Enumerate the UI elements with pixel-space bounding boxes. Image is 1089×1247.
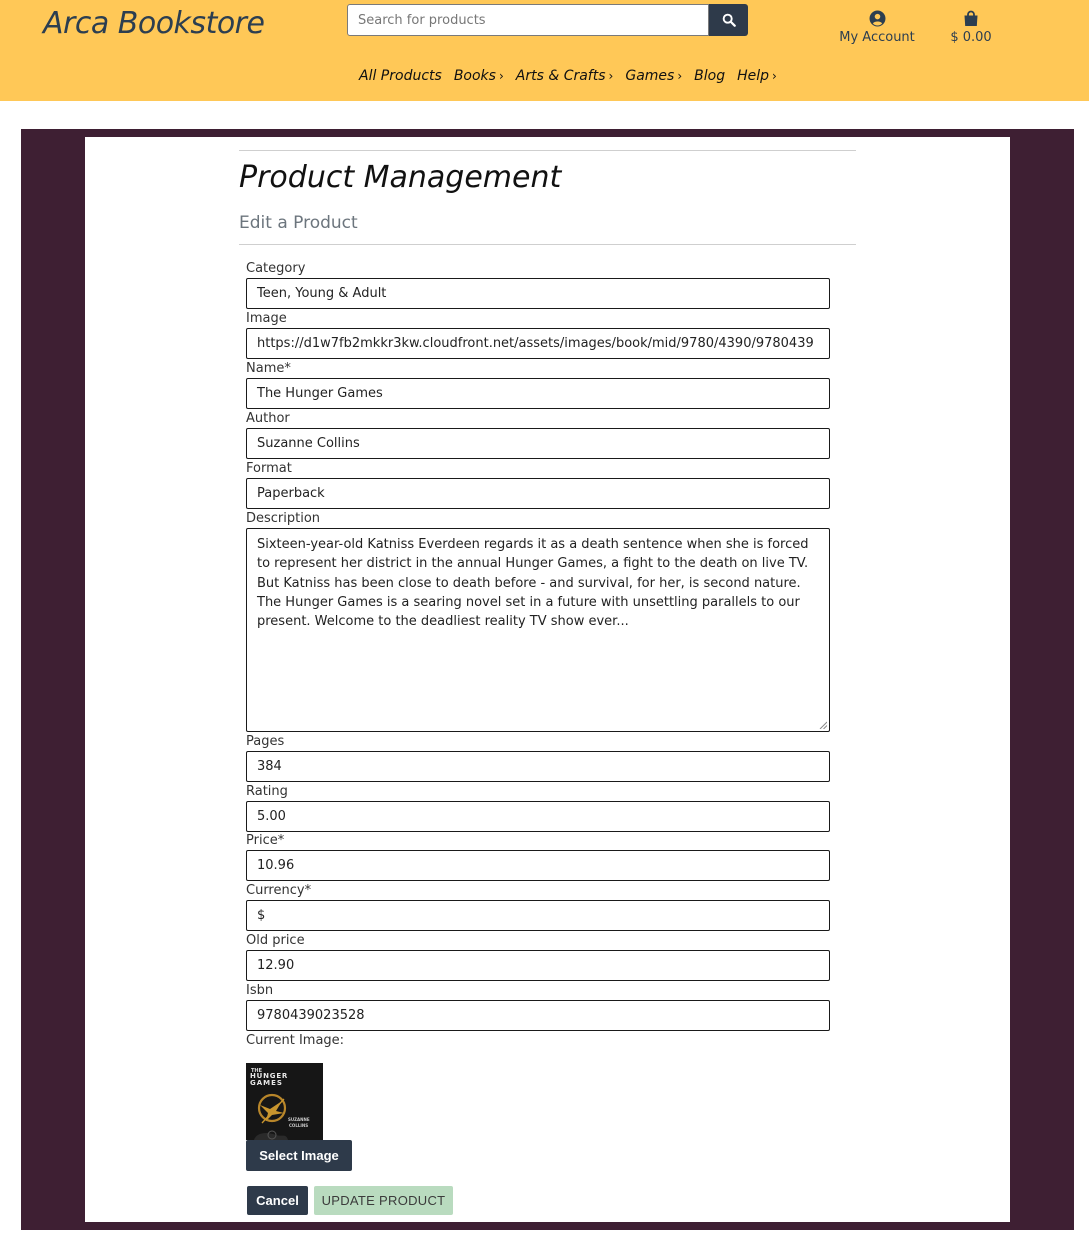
- description-textarea[interactable]: Sixteen-year-old Katniss Everdeen regard…: [246, 528, 830, 732]
- isbn-label: Isbn: [246, 983, 274, 998]
- author-input[interactable]: Suzanne Collins: [246, 428, 830, 459]
- image-label: Image: [246, 311, 287, 326]
- format-input[interactable]: Paperback: [246, 478, 830, 509]
- nav-label: Arts & Crafts: [515, 68, 606, 84]
- category-select[interactable]: Teen, Young & Adult: [246, 278, 830, 309]
- current-image-label: Current Image:: [246, 1033, 345, 1048]
- pages-label: Pages: [246, 734, 285, 749]
- chevron-right-icon: ›: [498, 69, 504, 83]
- resize-handle-icon[interactable]: [819, 721, 827, 729]
- update-product-button[interactable]: UPDATE PRODUCT: [314, 1186, 453, 1215]
- bag-total: $ 0.00: [950, 30, 992, 45]
- nav-label: Games: [625, 68, 675, 84]
- nav-help[interactable]: Help ›: [737, 68, 777, 84]
- cover-author2: COLLINS: [289, 1123, 308, 1128]
- nav-label: All Products: [359, 68, 442, 84]
- cover-line3: GAMES: [250, 1079, 283, 1087]
- shopping-bag-icon: [964, 10, 978, 26]
- format-label: Format: [246, 461, 292, 476]
- page-subtitle: Edit a Product: [239, 213, 358, 233]
- nav-games[interactable]: Games ›: [625, 68, 682, 84]
- currency-label: Currency*: [246, 883, 312, 898]
- search-button[interactable]: [709, 4, 748, 36]
- site-logo[interactable]: Arca Bookstore: [43, 6, 265, 41]
- chevron-right-icon: ›: [772, 69, 777, 83]
- nav-all-products[interactable]: All Products: [359, 68, 442, 84]
- my-account-label: My Account: [839, 30, 915, 45]
- rating-input[interactable]: 5.00: [246, 801, 830, 832]
- isbn-input[interactable]: 9780439023528: [246, 1000, 830, 1031]
- book-cover-image: THE HUNGER GAMES SUZANNE COLLINS: [246, 1063, 323, 1140]
- name-label: Name*: [246, 361, 291, 376]
- search-bar: [347, 4, 748, 36]
- currency-input[interactable]: $: [246, 900, 830, 931]
- cancel-button[interactable]: Cancel: [247, 1186, 308, 1215]
- image-url-input[interactable]: https://d1w7fb2mkkr3kw.cloudfront.net/as…: [246, 328, 830, 359]
- divider: [239, 244, 856, 245]
- current-image-thumbnail: THE HUNGER GAMES SUZANNE COLLINS: [246, 1063, 323, 1140]
- price-input[interactable]: 10.96: [246, 850, 830, 881]
- chevron-right-icon: ›: [608, 69, 614, 83]
- author-label: Author: [246, 411, 290, 426]
- category-label: Category: [246, 261, 306, 276]
- search-input[interactable]: [347, 4, 709, 36]
- nav-arts-crafts[interactable]: Arts & Crafts ›: [516, 68, 614, 84]
- cover-author1: SUZANNE: [288, 1117, 310, 1122]
- name-input[interactable]: The Hunger Games: [246, 378, 830, 409]
- price-label: Price*: [246, 833, 285, 848]
- nav-blog[interactable]: Blog: [694, 68, 725, 84]
- divider: [239, 150, 856, 151]
- old-price-input[interactable]: 12.90: [246, 950, 830, 981]
- chevron-right-icon: ›: [677, 69, 683, 83]
- main-nav: All Products Books › Arts & Crafts › Games…: [359, 68, 777, 84]
- site-header: Arca Bookstore My Account $ 0.00 All Pro…: [0, 0, 1089, 101]
- old-price-label: Old price: [246, 933, 305, 948]
- search-icon: [722, 13, 736, 27]
- description-text: Sixteen-year-old Katniss Everdeen regard…: [257, 537, 809, 630]
- nav-label: Books: [453, 68, 496, 84]
- my-account-link[interactable]: My Account: [838, 10, 916, 45]
- user-circle-icon: [869, 10, 885, 27]
- select-image-button[interactable]: Select Image: [246, 1140, 352, 1171]
- pages-input[interactable]: 384: [246, 751, 830, 782]
- rating-label: Rating: [246, 784, 288, 799]
- description-label: Description: [246, 511, 321, 526]
- page-title: Product Management: [239, 160, 562, 195]
- nav-books[interactable]: Books ›: [454, 68, 504, 84]
- nav-label: Help: [737, 68, 770, 84]
- shopping-bag-link[interactable]: $ 0.00: [945, 10, 997, 45]
- nav-label: Blog: [694, 68, 726, 84]
